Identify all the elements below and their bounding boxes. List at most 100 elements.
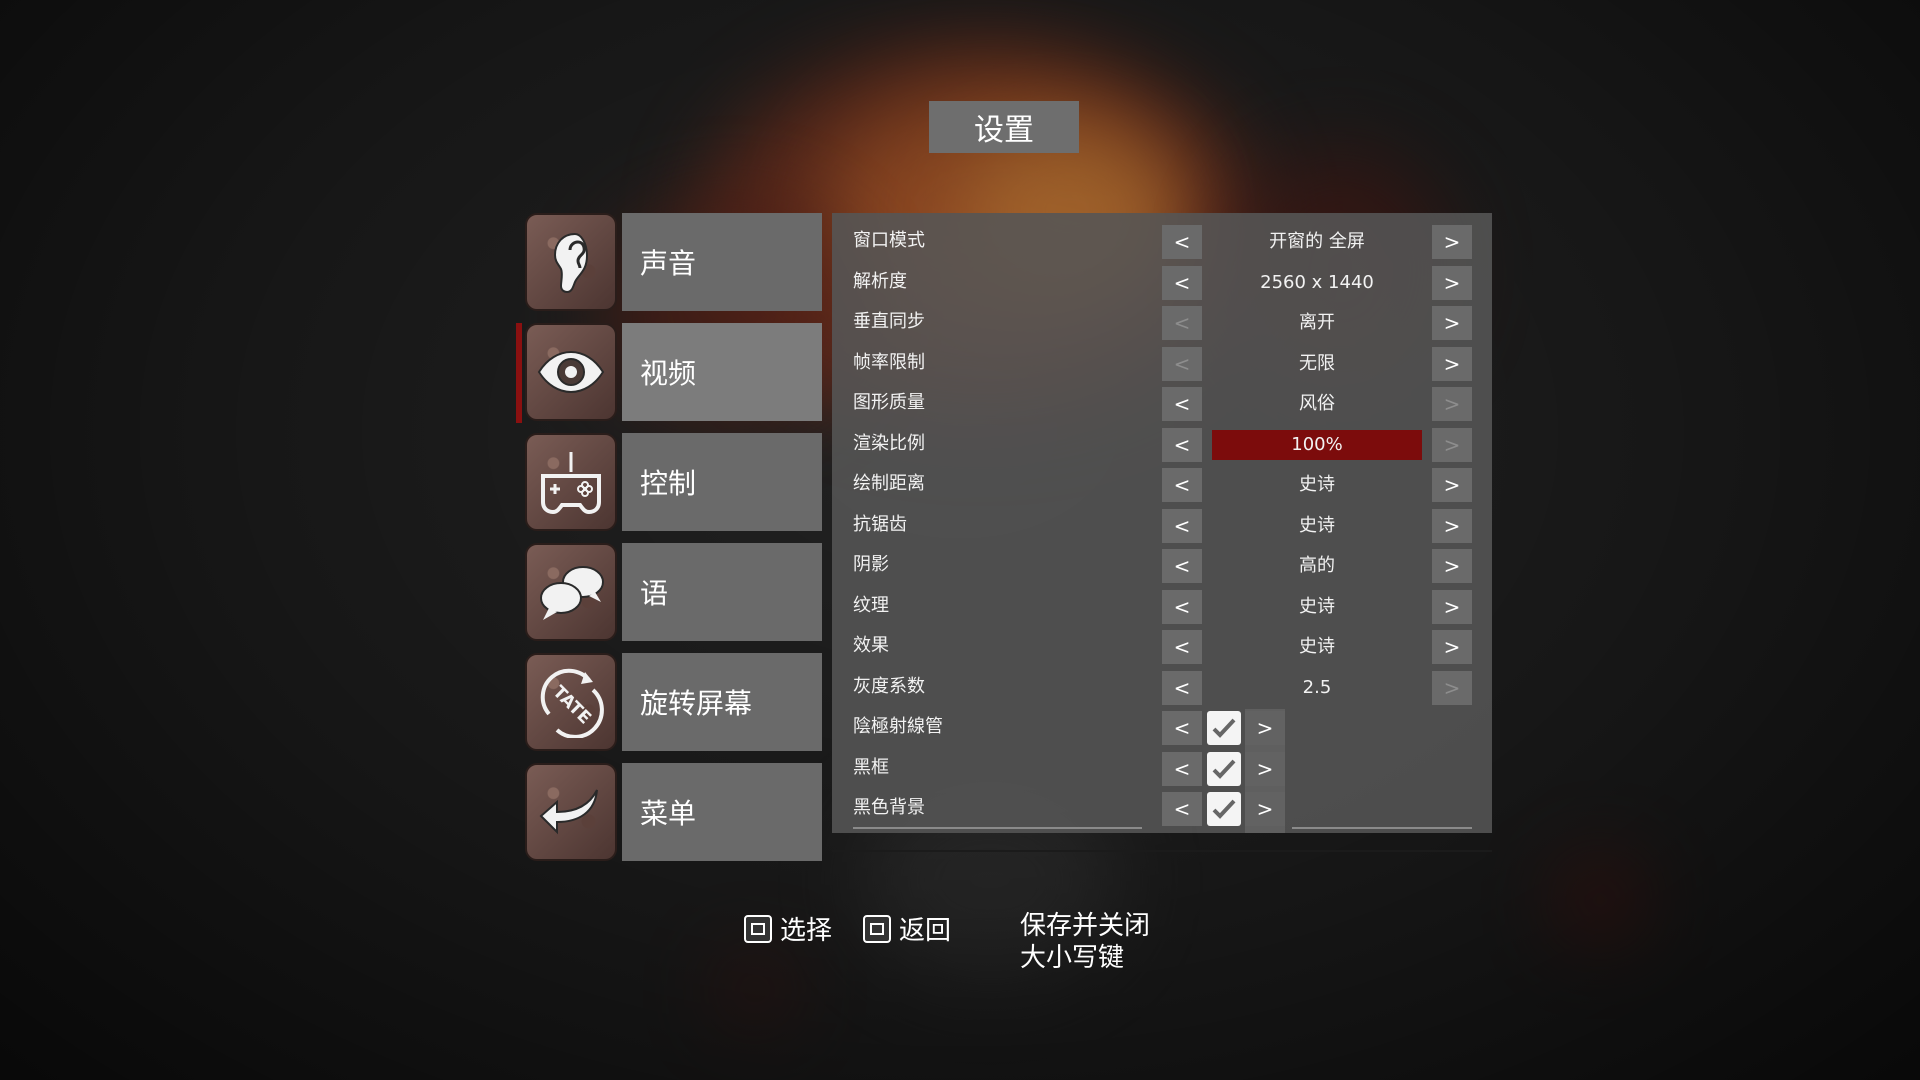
eye-icon: [525, 323, 617, 421]
category-controls[interactable]: 控制: [525, 433, 822, 531]
category-video[interactable]: 视频: [525, 323, 822, 421]
setting-name: 纹理: [853, 595, 889, 616]
category-label: 视频: [622, 323, 822, 421]
backspace-key-icon: [863, 914, 891, 943]
category-label: 旋转屏幕: [622, 653, 822, 751]
active-category-marker: [516, 323, 522, 423]
back-label: 返回: [899, 916, 952, 946]
category-label: 声音: [622, 213, 822, 311]
setting-value: 2560 x 1440: [1260, 272, 1374, 293]
setting-row-gamma: 灰度系数 < 2.5 >: [832, 667, 1492, 707]
prev-option-button[interactable]: <: [1162, 630, 1202, 664]
setting-value: 2.5: [1302, 677, 1332, 698]
prev-option-button[interactable]: <: [1162, 792, 1202, 826]
gamepad-icon: [525, 433, 617, 531]
next-option-button[interactable]: >: [1432, 428, 1472, 462]
speech-bubbles-icon: [525, 543, 617, 641]
setting-value: 无限: [1299, 353, 1335, 374]
setting-name: 窗口模式: [853, 230, 925, 251]
next-option-button[interactable]: >: [1432, 266, 1472, 300]
prev-option-button[interactable]: <: [1162, 306, 1202, 340]
render-scale-slider[interactable]: 100%: [1212, 430, 1422, 460]
next-option-button[interactable]: >: [1245, 752, 1285, 786]
setting-value: 史诗: [1299, 515, 1335, 536]
setting-name: 绘制距离: [853, 473, 925, 494]
next-option-button[interactable]: >: [1432, 590, 1472, 624]
prev-option-button[interactable]: <: [1162, 711, 1202, 745]
setting-row-black-background: 黑色背景 < >: [832, 788, 1492, 828]
setting-value: 史诗: [1299, 636, 1335, 657]
prev-option-button[interactable]: <: [1162, 509, 1202, 543]
prev-option-button[interactable]: <: [1162, 428, 1202, 462]
setting-row-window-mode: 窗口模式 < 开窗的 全屏 >: [832, 221, 1492, 261]
black-background-checkbox[interactable]: [1207, 792, 1241, 826]
prev-option-button[interactable]: <: [1162, 266, 1202, 300]
next-option-button[interactable]: >: [1432, 225, 1472, 259]
setting-row-black-frame: 黑框 < >: [832, 748, 1492, 788]
prev-option-button[interactable]: <: [1162, 590, 1202, 624]
category-sound[interactable]: 声音: [525, 213, 822, 311]
setting-row-effects: 效果 < 史诗 >: [832, 626, 1492, 666]
prev-option-button[interactable]: <: [1162, 225, 1202, 259]
next-option-button[interactable]: >: [1432, 468, 1472, 502]
category-language[interactable]: 语: [525, 543, 822, 641]
ear-icon: [525, 213, 617, 311]
tate-rotate-icon: TATE: [525, 653, 617, 751]
next-option-button[interactable]: >: [1432, 387, 1472, 421]
svg-text:TATE: TATE: [549, 682, 595, 728]
next-option-button[interactable]: >: [1432, 549, 1472, 583]
next-option-button[interactable]: >: [1432, 347, 1472, 381]
setting-row-frame-limit: 帧率限制 < 无限 >: [832, 343, 1492, 383]
setting-value: 史诗: [1299, 474, 1335, 495]
setting-value: 高的: [1299, 555, 1335, 576]
setting-name: 黑框: [853, 757, 889, 778]
prev-option-button[interactable]: <: [1162, 752, 1202, 786]
setting-name: 阴影: [853, 554, 889, 575]
setting-name: 解析度: [853, 271, 907, 292]
back-arrow-icon: [525, 763, 617, 861]
next-option-button[interactable]: >: [1245, 711, 1285, 745]
category-label: 控制: [622, 433, 822, 531]
category-label: 菜单: [622, 763, 822, 861]
setting-name: 效果: [853, 635, 889, 656]
setting-value: 风俗: [1299, 393, 1335, 414]
setting-row-graphics-quality: 图形质量 < 风俗 >: [832, 383, 1492, 423]
setting-name: 渲染比例: [853, 433, 925, 454]
next-option-button[interactable]: >: [1432, 671, 1472, 705]
setting-row-crt: 陰極射線管 < >: [832, 707, 1492, 747]
save-and-close-hint[interactable]: 保存并关闭 大小写键: [1020, 910, 1150, 974]
prev-option-button[interactable]: <: [1162, 671, 1202, 705]
prev-option-button[interactable]: <: [1162, 549, 1202, 583]
checkmark-icon: [1212, 799, 1236, 819]
footer-hints: 选择 返回 保存并关闭 大小写键: [0, 910, 1920, 990]
select-label: 选择: [780, 916, 833, 946]
black-frame-checkbox[interactable]: [1207, 752, 1241, 786]
next-option-button[interactable]: >: [1432, 306, 1472, 340]
back-hint[interactable]: 返回: [863, 910, 951, 947]
setting-name: 灰度系数: [853, 676, 925, 697]
category-rotate-screen[interactable]: TATE 旋转屏幕: [525, 653, 822, 751]
setting-name: 图形质量: [853, 392, 925, 413]
crt-checkbox[interactable]: [1207, 711, 1241, 745]
next-option-button[interactable]: >: [1245, 792, 1285, 826]
enter-key-icon: [744, 914, 772, 943]
prev-option-button[interactable]: <: [1162, 387, 1202, 421]
panel-bottom-line: [832, 850, 1492, 852]
setting-row-textures: 纹理 < 史诗 >: [832, 586, 1492, 626]
next-option-button[interactable]: >: [1432, 509, 1472, 543]
prev-option-button[interactable]: <: [1162, 347, 1202, 381]
separator: [1292, 827, 1472, 829]
separator: [853, 827, 1142, 829]
video-settings-panel: 窗口模式 < 开窗的 全屏 > 解析度 < 2560 x 1440 > 垂直同步…: [832, 213, 1492, 833]
setting-row-render-scale: 渲染比例 < 100% >: [832, 424, 1492, 464]
prev-option-button[interactable]: <: [1162, 468, 1202, 502]
setting-row-resolution: 解析度 < 2560 x 1440 >: [832, 262, 1492, 302]
category-menu[interactable]: 菜单: [525, 763, 822, 861]
setting-name: 陰極射線管: [853, 716, 943, 737]
save-close-label: 保存并关闭: [1020, 911, 1151, 941]
setting-row-shadows: 阴影 < 高的 >: [832, 545, 1492, 585]
setting-name: 黑色背景: [853, 797, 925, 818]
setting-name: 垂直同步: [853, 311, 925, 332]
next-option-button[interactable]: >: [1432, 630, 1472, 664]
select-hint[interactable]: 选择: [744, 910, 832, 947]
